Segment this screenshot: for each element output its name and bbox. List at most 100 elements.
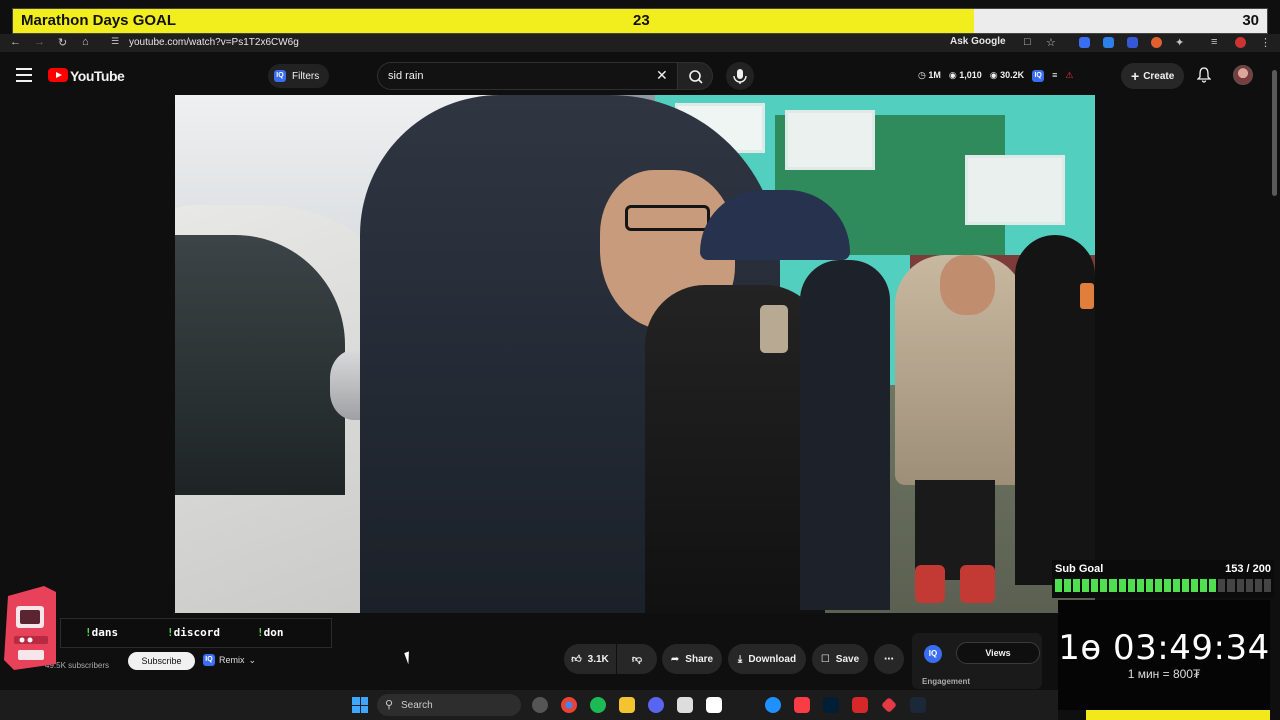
steam-icon[interactable] [910,697,926,713]
sub-goal-segment [1209,579,1217,592]
red-shoe [960,565,995,603]
search-icon: ⚲ [385,699,394,711]
profile-icon[interactable] [1235,37,1246,48]
bell-icon[interactable] [1197,67,1211,83]
dislike-button[interactable]: 👎︎ [617,644,657,674]
person-raincoat-back [800,260,890,610]
save-button[interactable]: ☐ Save [812,644,868,674]
thumbs-up-icon: 👍︎ [571,654,582,665]
voice-search-button[interactable] [726,62,754,90]
download-label: Download [748,653,797,665]
hamburger-menu-icon[interactable] [16,68,32,82]
extension-icon[interactable] [1079,37,1090,48]
edge-icon[interactable] [765,697,781,713]
search-box[interactable] [377,62,677,90]
youtube-logo-text[interactable]: YouTube [70,68,125,84]
ask-google-button[interactable]: Ask Google [950,36,1006,47]
engagement-label[interactable]: Engagement [922,677,970,686]
timer-countdown: 1ө 03:49:34 [1058,628,1270,668]
download-icon: ⤓ [737,653,743,665]
sub-goal-segment [1154,579,1162,592]
sub-goal-segment [1091,579,1099,592]
sub-goal-segment [1173,579,1181,592]
app-icon[interactable] [881,697,897,713]
forward-arrow-icon[interactable]: → [34,36,45,48]
extension-icon[interactable] [1151,37,1162,48]
avatar[interactable] [1233,65,1253,85]
red-shoe [915,565,945,603]
create-button[interactable]: + Create [1121,63,1185,89]
timer-rate: 1 мин = 800₮ [1127,667,1201,681]
like-button[interactable]: 👍︎ 3.1K [564,644,616,674]
star-icon[interactable]: ☆ [1046,36,1056,49]
stats-side-panel: IQ Views Engagement [912,633,1042,689]
app-icon[interactable] [852,697,868,713]
timer-progress-bar [1086,710,1270,720]
search-input[interactable] [388,70,638,82]
site-info-icon[interactable]: ☰ [111,36,119,47]
sub-goal-segment [1109,579,1117,592]
discord-icon[interactable] [648,697,664,713]
remix-label: Remix [219,655,245,665]
extension-icon[interactable] [1103,37,1114,48]
like-count: 3.1K [587,653,609,665]
chevron-down-icon: ⌄ [248,654,257,665]
subscribe-button[interactable]: Subscribe [128,652,195,670]
sub-goal-segment [1236,579,1244,592]
windows-start-icon[interactable] [352,697,368,713]
music-icon[interactable] [794,697,810,713]
videos-stat: ◉ 1,010 [948,70,982,80]
notion-icon[interactable] [706,697,722,713]
window [785,110,875,170]
orange-phone [1080,283,1094,309]
extension-icon[interactable] [1127,37,1138,48]
sub-goal-segment [1127,579,1135,592]
chat-command: !dans [85,626,119,639]
spotify-icon[interactable] [590,697,606,713]
back-arrow-icon[interactable]: ← [10,36,21,48]
video-player[interactable] [175,95,1095,613]
goal-target-value: 30 [1242,12,1259,29]
glasses [625,205,710,231]
download-button[interactable]: ⤓ Download [728,644,806,674]
plus-icon: + [1131,68,1140,84]
clear-search-icon[interactable]: ✕ [656,67,668,84]
app-icon[interactable] [532,697,548,713]
kebab-menu-icon[interactable]: ⋮ [1260,36,1271,49]
puzzle-icon[interactable]: ✦ [1175,36,1184,49]
iq-extension-icon[interactable]: IQ [1032,70,1045,82]
face [940,255,995,315]
home-icon[interactable]: ⌂ [82,36,89,48]
reading-list-icon[interactable]: ≡ [1211,36,1217,48]
reload-icon[interactable]: ↻ [58,36,67,49]
bookmark-icon: ☐ [820,653,830,665]
filters-button[interactable]: IQ Filters [268,64,330,88]
iq-extension-icon[interactable]: IQ [924,645,942,663]
youtube-logo-icon[interactable] [48,68,68,82]
browser-toolbar: ← → ↻ ⌂ ☰ youtube.com/watch?v=Ps1T2x6CW6… [0,34,1280,52]
list-icon[interactable]: ≡ [1052,70,1057,82]
save-label: Save [835,653,860,665]
sub-goal-segment [1227,579,1235,592]
more-actions-button[interactable]: ⋯ [874,644,904,674]
chat-command-bar: !dans !discord !don [60,618,332,648]
share-button[interactable]: ➦ Share [662,644,722,674]
app-icon[interactable] [677,697,693,713]
chat-command: !discord [167,626,220,639]
sub-goal-segment [1263,579,1271,592]
photoshop-icon[interactable] [823,697,839,713]
notification-extension-icon[interactable]: ⚠ [1065,70,1073,82]
remix-button[interactable]: IQ Remix ⌄ [203,651,256,669]
sub-goal-segment [1254,579,1262,592]
scroll-thumb[interactable] [1272,70,1277,196]
taskbar-search[interactable]: ⚲ Search [377,694,521,716]
subs-stat: ◷ 1M [918,70,941,80]
search-button[interactable] [677,62,713,90]
address-bar[interactable]: youtube.com/watch?v=Ps1T2x6CW6g [129,37,299,48]
taskbar-search-label: Search [401,700,433,711]
chrome-icon[interactable] [561,697,577,713]
install-icon[interactable]: □ [1024,36,1031,48]
sub-goal-segment [1100,579,1108,592]
folder-icon[interactable] [619,697,635,713]
tab-views[interactable]: Views [956,642,1040,664]
